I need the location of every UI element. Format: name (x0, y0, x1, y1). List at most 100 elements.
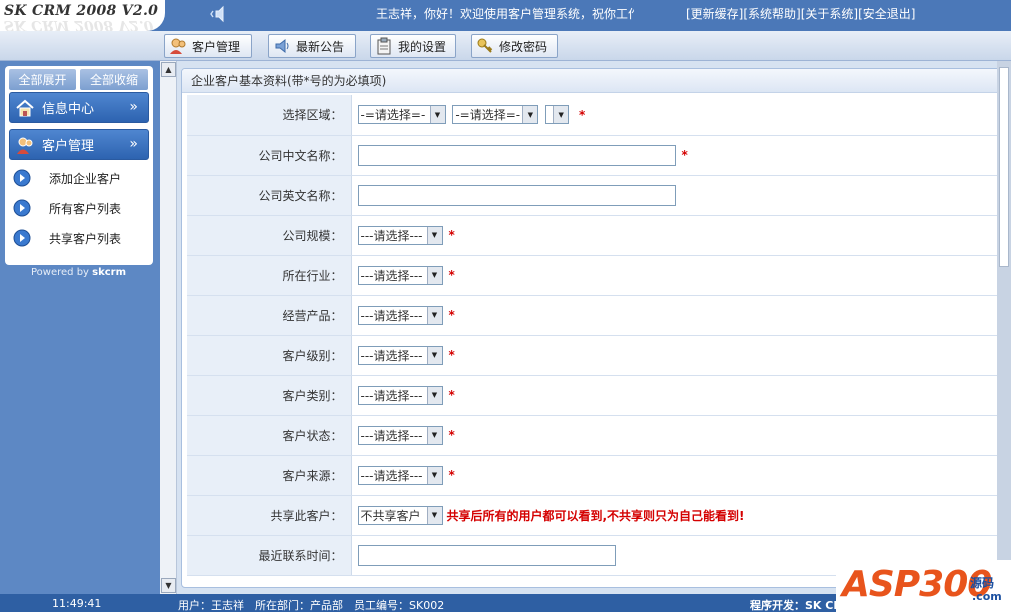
share-label: 共享此客户： (187, 495, 352, 536)
sidebar-section-customer-management[interactable]: 客户管理 » (9, 129, 149, 160)
customer-icon (170, 38, 186, 54)
required-mark: * (578, 107, 586, 122)
sidebar-item-all-customers[interactable]: 所有客户列表 (13, 197, 121, 219)
clock: 11:49:41 (52, 597, 102, 610)
form-row-scale: 公司规模： ---请选择--- ▼ * (187, 215, 997, 256)
system-help-link[interactable]: [系统帮助] (743, 7, 800, 21)
powered-by: Powered by skcrm (31, 267, 126, 278)
required-mark: * (448, 308, 455, 322)
required-mark: * (448, 428, 455, 442)
form-row-type: 客户类别： ---请选择--- ▼ * (187, 375, 997, 416)
chevron-right-icon: » (129, 136, 138, 152)
home-icon (16, 99, 34, 116)
dropdown-arrow-icon: ▼ (429, 106, 445, 124)
scroll-down-icon[interactable]: ▼ (161, 578, 176, 593)
chevron-right-icon: » (129, 99, 138, 115)
source-select[interactable]: ---请选择--- ▼ (357, 465, 443, 485)
collapse-all-button[interactable]: 全部收缩 (80, 69, 148, 90)
top-links: [更新缓存][系统帮助][关于系统][安全退出] (686, 5, 916, 22)
sidebar-item-add-customer[interactable]: 添加企业客户 (13, 167, 121, 189)
status-select[interactable]: ---请选择--- ▼ (357, 425, 443, 445)
frame-scrollbar[interactable]: ▲ ▼ (160, 61, 177, 594)
form-row-industry: 所在行业： ---请选择--- ▼ * (187, 255, 997, 296)
status-label: 客户状态： (187, 415, 352, 456)
sidebar-item-label: 添加企业客户 (49, 171, 122, 186)
customer-form: 选择区域： -=请选择=- ▼ -=请选择=- ▼ ▼ * 公司中文名称： * 公司… (187, 95, 997, 576)
form-row-share: 共享此客户： 不共享客户 ▼ 共享后所有的用户都可以看到,不共享则只为自己能看到! (187, 495, 997, 536)
about-system-link[interactable]: [关于系统] (801, 7, 858, 21)
share-select[interactable]: 不共享客户 ▼ (357, 505, 443, 525)
watermark-cn: 源码 (970, 576, 995, 590)
dropdown-arrow-icon: ▼ (426, 506, 442, 524)
sidebar-item-shared-customers[interactable]: 共享客户列表 (13, 227, 121, 249)
tab-my-settings[interactable]: 我的设置 (370, 34, 456, 58)
app-logo: SK CRM 2008 V2.0 SK CRM 2008 V2.0 (0, 0, 165, 31)
top-header: SK CRM 2008 V2.0 SK CRM 2008 V2.0 王志祥，你好… (0, 0, 1011, 31)
logout-link[interactable]: [安全退出] (858, 7, 915, 21)
main-area: ▲ ▼ 企业客户基本资料(带*号的为必填项) 选择区域： -=请选择=- ▼ -=… (160, 61, 1011, 594)
products-select[interactable]: ---请选择--- ▼ (357, 305, 443, 325)
dropdown-arrow-icon: ▼ (426, 466, 442, 484)
type-select[interactable]: ---请选择--- ▼ (357, 385, 443, 405)
powered-prefix: Powered by (31, 267, 93, 278)
powered-brand: skcrm (92, 267, 127, 278)
level-select[interactable]: ---请选择--- ▼ (357, 345, 443, 365)
expand-all-button[interactable]: 全部展开 (9, 69, 76, 90)
tab-label: 修改密码 (499, 39, 548, 54)
scale-label: 公司规模： (187, 215, 352, 256)
district-select[interactable]: ▼ (545, 105, 570, 125)
site-watermark: ASP300 源码 .com (836, 560, 1011, 612)
refresh-cache-link[interactable]: [更新缓存] (686, 7, 743, 21)
arrow-circle-icon (13, 229, 31, 247)
tab-customer-management[interactable]: 客户管理 (164, 34, 252, 58)
arrow-circle-icon (13, 199, 31, 217)
dropdown-arrow-icon: ▼ (426, 226, 442, 244)
sidebar-section-label: 信息中心 (42, 102, 95, 117)
city-select[interactable]: -=请选择=- ▼ (452, 105, 539, 125)
dropdown-arrow-icon: ▼ (426, 426, 442, 444)
cn-name-label: 公司中文名称： (187, 135, 352, 176)
scrollbar-thumb[interactable] (999, 67, 1009, 267)
industry-label: 所在行业： (187, 255, 352, 296)
form-row-en-name: 公司英文名称： (187, 175, 997, 216)
last-contact-label: 最近联系时间： (187, 535, 352, 576)
watermark-logo: ASP300 (842, 564, 992, 605)
form-row-products: 经营产品： ---请选择--- ▼ * (187, 295, 997, 336)
en-name-input[interactable] (357, 184, 676, 206)
dropdown-arrow-icon: ▼ (553, 106, 569, 124)
scroll-up-icon[interactable]: ▲ (161, 62, 176, 77)
form-row-level: 客户级别： ---请选择--- ▼ * (187, 335, 997, 376)
clipboard-icon (377, 37, 391, 55)
form-row-status: 客户状态： ---请选择--- ▼ * (187, 415, 997, 456)
tab-label: 我的设置 (398, 39, 447, 54)
sidebar-item-label: 所有客户列表 (49, 201, 122, 216)
speaker-icon[interactable] (210, 5, 228, 23)
required-mark: * (448, 228, 455, 242)
dropdown-arrow-icon: ▼ (426, 266, 442, 284)
dropdown-arrow-icon: ▼ (426, 346, 442, 364)
speaker-icon (275, 38, 289, 54)
sidebar-menu-panel: 全部展开 全部收缩 信息中心 » 客户管理 » 添加企业客户 所有客户列表 共享… (5, 66, 153, 265)
app-title-reflection: SK CRM 2008 V2.0 (4, 17, 154, 31)
scale-select[interactable]: ---请选择--- ▼ (357, 225, 443, 245)
tab-change-password[interactable]: 修改密码 (471, 34, 558, 58)
welcome-message: 王志祥，你好！欢迎使用客户管理系统，祝你工作愉快！ (376, 7, 634, 21)
province-select[interactable]: -=请选择=- ▼ (357, 105, 446, 125)
products-label: 经营产品： (187, 295, 352, 336)
tab-label: 最新公告 (296, 39, 345, 54)
cn-name-input[interactable] (357, 144, 676, 166)
form-row-cn-name: 公司中文名称： * (187, 135, 997, 176)
required-mark: * (681, 148, 688, 162)
last-contact-input[interactable] (357, 544, 616, 566)
page-scrollbar[interactable] (997, 61, 1011, 594)
tab-latest-notice[interactable]: 最新公告 (268, 34, 356, 58)
required-mark: * (448, 348, 455, 362)
customer-form-panel: 企业客户基本资料(带*号的为必填项) 选择区域： -=请选择=- ▼ -=请选择=… (181, 68, 1003, 588)
share-note: 共享后所有的用户都可以看到,不共享则只为自己能看到! (446, 508, 745, 523)
required-mark: * (448, 268, 455, 282)
tab-bar: 客户管理 最新公告 我的设置 修改密码 (0, 31, 1011, 61)
industry-select[interactable]: ---请选择--- ▼ (357, 265, 443, 285)
sidebar-section-info-center[interactable]: 信息中心 » (9, 92, 149, 123)
required-mark: * (448, 468, 455, 482)
form-row-source: 客户来源： ---请选择--- ▼ * (187, 455, 997, 496)
